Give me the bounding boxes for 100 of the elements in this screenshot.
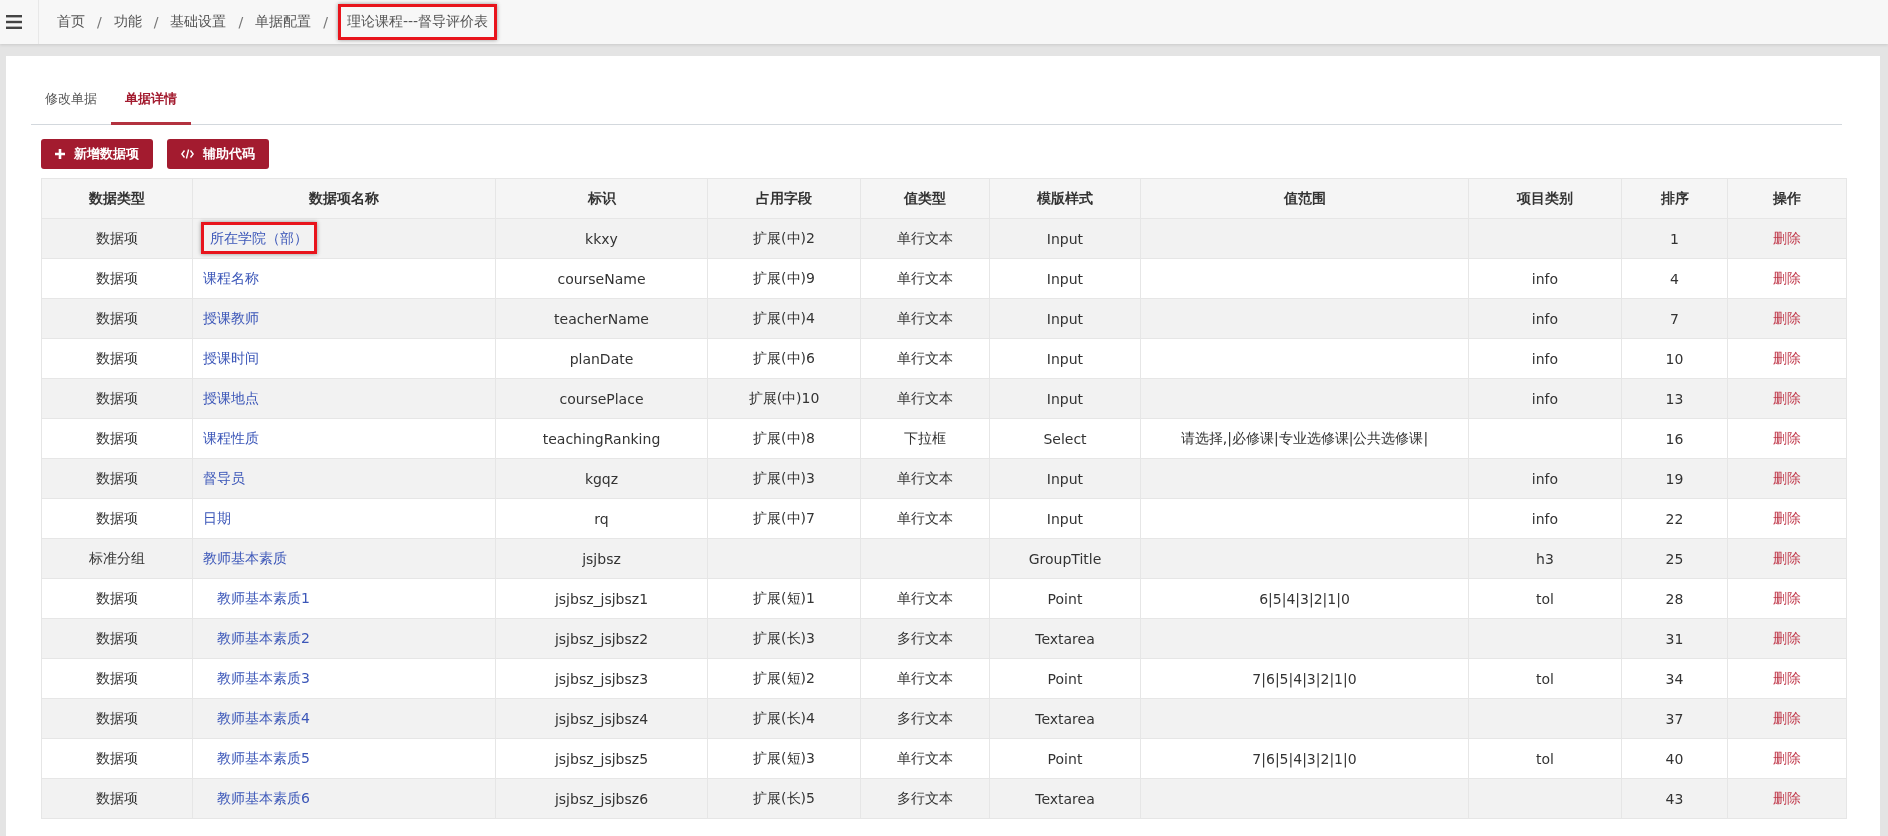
- value-type-cell: 单行文本: [860, 338, 990, 379]
- delete-link[interactable]: 删除: [1773, 629, 1801, 646]
- delete-link[interactable]: 删除: [1773, 669, 1801, 686]
- template-cell: Input: [989, 298, 1141, 339]
- range-cell: 6|5|4|3|2|1|0: [1140, 578, 1469, 619]
- order-cell: 1: [1621, 218, 1728, 259]
- data-type-cell: 数据项: [41, 378, 193, 419]
- item-name-link[interactable]: 授课时间: [201, 346, 261, 369]
- value-type-cell: 下拉框: [860, 418, 990, 459]
- order-cell: 25: [1621, 538, 1728, 579]
- field-cell: 扩展(短)3: [707, 738, 861, 779]
- value-type-cell: 单行文本: [860, 498, 990, 539]
- delete-link[interactable]: 删除: [1773, 709, 1801, 726]
- plus-icon: [55, 149, 65, 159]
- delete-link[interactable]: 删除: [1773, 429, 1801, 446]
- breadcrumb-item[interactable]: 理论课程---督导评价表: [337, 4, 498, 40]
- delete-link[interactable]: 删除: [1773, 509, 1801, 526]
- item-name-link[interactable]: 授课地点: [201, 386, 261, 409]
- breadcrumb-item[interactable]: 单据配置: [253, 10, 314, 34]
- key-cell: teachingRanking: [495, 418, 708, 459]
- data-type-cell: 数据项: [41, 338, 193, 379]
- value-type-cell: 单行文本: [860, 218, 990, 259]
- delete-link[interactable]: 删除: [1773, 349, 1801, 366]
- data-type-cell: 数据项: [41, 618, 193, 659]
- code-icon: [181, 149, 194, 159]
- key-cell: jsjbsz_jsjbsz4: [495, 698, 708, 739]
- category-cell: info: [1468, 498, 1622, 539]
- add-item-button[interactable]: 新增数据项: [41, 139, 153, 169]
- template-cell: Input: [989, 378, 1141, 419]
- field-cell: 扩展(长)4: [707, 698, 861, 739]
- category-cell: info: [1468, 258, 1622, 299]
- template-cell: Input: [989, 338, 1141, 379]
- value-type-cell: 多行文本: [860, 698, 990, 739]
- column-header: 值范围: [1140, 178, 1469, 219]
- tab[interactable]: 修改单据: [31, 78, 111, 125]
- field-cell: 扩展(中)8: [707, 418, 861, 459]
- key-cell: kkxy: [495, 218, 708, 259]
- delete-link[interactable]: 删除: [1773, 749, 1801, 766]
- column-header: 占用字段: [707, 178, 861, 219]
- delete-link[interactable]: 删除: [1773, 309, 1801, 326]
- template-cell: Point: [989, 658, 1141, 699]
- key-cell: teacherName: [495, 298, 708, 339]
- breadcrumb-item[interactable]: 基础设置: [168, 10, 229, 34]
- order-cell: 40: [1621, 738, 1728, 779]
- item-name-link[interactable]: 所在学院（部）: [201, 221, 317, 254]
- field-cell: 扩展(中)6: [707, 338, 861, 379]
- key-cell: planDate: [495, 338, 708, 379]
- delete-link[interactable]: 删除: [1773, 589, 1801, 606]
- template-cell: Textarea: [989, 618, 1141, 659]
- item-name-link[interactable]: 课程性质: [201, 426, 261, 449]
- category-cell: tol: [1468, 658, 1622, 699]
- breadcrumb-item[interactable]: 首页: [55, 10, 87, 34]
- breadcrumb-separator: /: [323, 14, 328, 30]
- value-type-cell: 单行文本: [860, 658, 990, 699]
- delete-link[interactable]: 删除: [1773, 389, 1801, 406]
- delete-link[interactable]: 删除: [1773, 229, 1801, 246]
- column-header: 操作: [1727, 178, 1847, 219]
- delete-link[interactable]: 删除: [1773, 469, 1801, 486]
- item-name-link[interactable]: 教师基本素质3: [215, 666, 312, 689]
- range-cell: 请选择,|必修课|专业选修课|公共选修课|: [1140, 418, 1469, 459]
- data-type-cell: 数据项: [41, 778, 193, 819]
- delete-link[interactable]: 删除: [1773, 789, 1801, 806]
- key-cell: courseName: [495, 258, 708, 299]
- menu-icon[interactable]: [6, 15, 22, 29]
- field-cell: 扩展(长)5: [707, 778, 861, 819]
- value-type-cell: 单行文本: [860, 578, 990, 619]
- item-name-link[interactable]: 教师基本素质6: [215, 786, 312, 809]
- item-name-link[interactable]: 教师基本素质1: [215, 586, 312, 609]
- key-cell: coursePlace: [495, 378, 708, 419]
- data-type-cell: 数据项: [41, 218, 193, 259]
- category-cell: h3: [1468, 538, 1622, 579]
- item-name-link[interactable]: 教师基本素质2: [215, 626, 312, 649]
- order-cell: 37: [1621, 698, 1728, 739]
- breadcrumb-item[interactable]: 功能: [111, 10, 144, 34]
- field-cell: 扩展(中)4: [707, 298, 861, 339]
- data-type-cell: 数据项: [41, 738, 193, 779]
- order-cell: 13: [1621, 378, 1728, 419]
- code-button[interactable]: 辅助代码: [167, 139, 269, 169]
- item-name-link[interactable]: 授课教师: [201, 306, 261, 329]
- data-type-cell: 数据项: [41, 418, 193, 459]
- template-cell: GroupTitle: [989, 538, 1141, 579]
- field-cell: 扩展(中)9: [707, 258, 861, 299]
- key-cell: jsjbsz_jsjbsz5: [495, 738, 708, 779]
- delete-link[interactable]: 删除: [1773, 549, 1801, 566]
- tab[interactable]: 单据详情: [111, 78, 191, 125]
- value-type-cell: 单行文本: [860, 738, 990, 779]
- item-name-link[interactable]: 课程名称: [201, 266, 261, 289]
- order-cell: 22: [1621, 498, 1728, 539]
- category-cell: info: [1468, 298, 1622, 339]
- template-cell: Input: [989, 458, 1141, 499]
- item-name-link[interactable]: 教师基本素质5: [215, 746, 312, 769]
- template-cell: Input: [989, 218, 1141, 259]
- item-name-link[interactable]: 督导员: [201, 466, 247, 489]
- item-name-link[interactable]: 教师基本素质4: [215, 706, 312, 729]
- item-name-link[interactable]: 教师基本素质: [201, 546, 289, 569]
- key-cell: kgqz: [495, 458, 708, 499]
- item-name-link[interactable]: 日期: [201, 506, 233, 529]
- template-cell: Input: [989, 258, 1141, 299]
- delete-link[interactable]: 删除: [1773, 269, 1801, 286]
- template-cell: Textarea: [989, 778, 1141, 819]
